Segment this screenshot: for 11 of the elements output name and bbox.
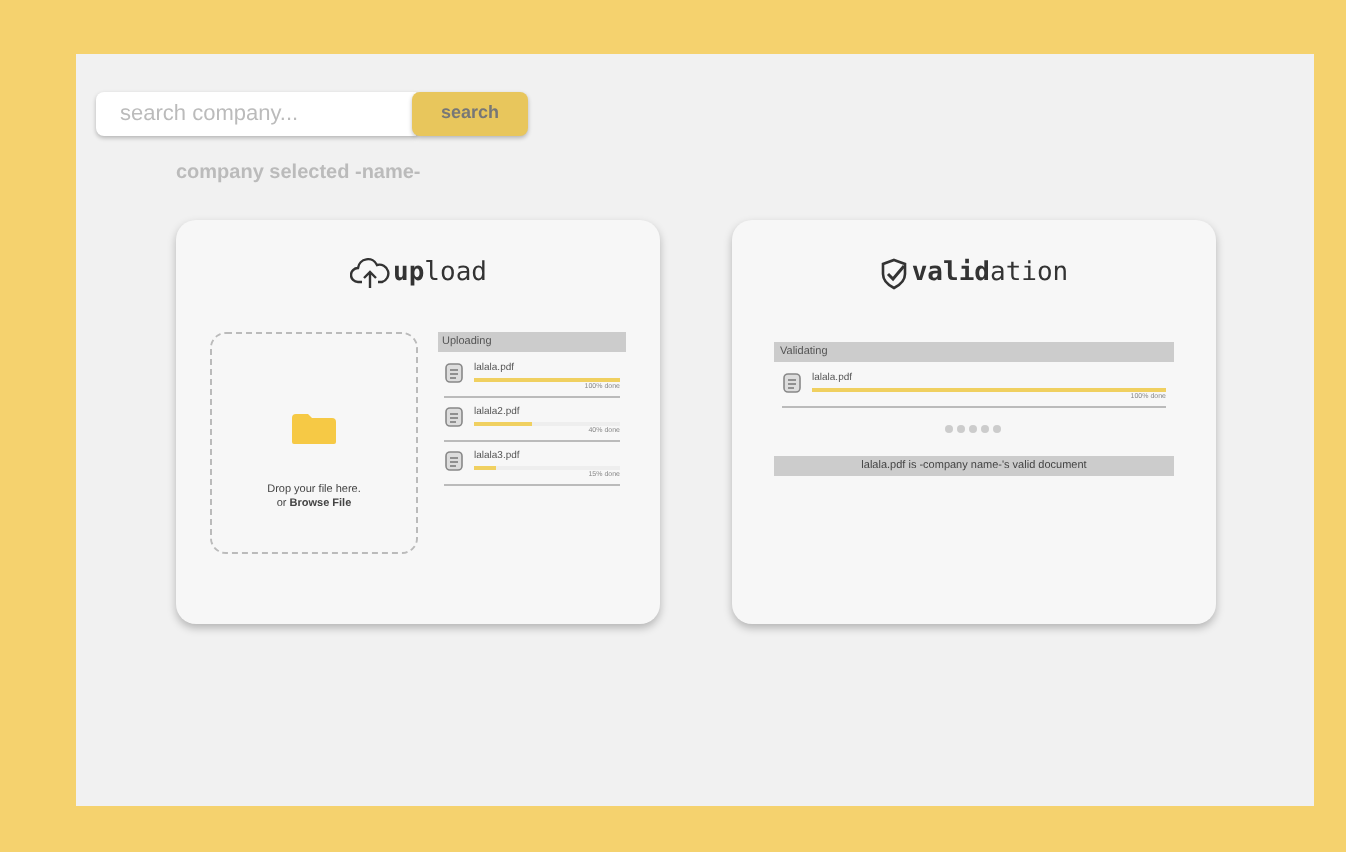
file-icon xyxy=(444,361,464,383)
file-icon xyxy=(444,405,464,427)
card-title: upload xyxy=(393,256,487,292)
file-icon xyxy=(782,371,802,393)
folder-icon xyxy=(290,411,338,445)
card-title: validation xyxy=(911,256,1069,292)
file-icon xyxy=(444,449,464,471)
cloud-upload-icon xyxy=(349,257,390,290)
shield-check-icon xyxy=(879,257,908,290)
search-field[interactable]: search company... xyxy=(96,92,416,136)
loading-dots-icon xyxy=(944,423,1004,433)
